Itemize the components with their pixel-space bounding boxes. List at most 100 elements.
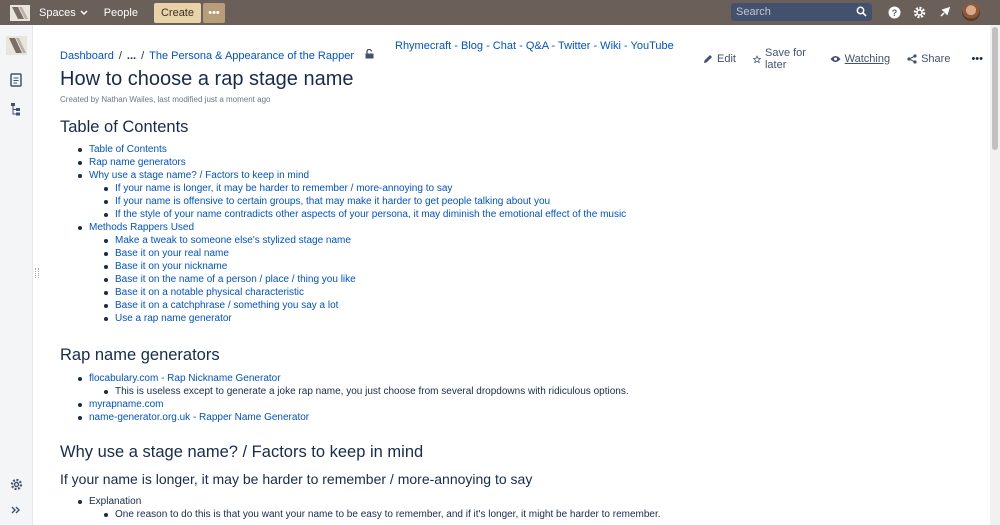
toc-item: Base it on a catchphrase / something you… <box>60 299 626 312</box>
search-placeholder: Search <box>736 6 771 18</box>
svg-text:?: ? <box>891 7 897 17</box>
pages-icon[interactable] <box>9 73 23 87</box>
watching-button[interactable]: Watching <box>830 47 890 71</box>
bullet <box>78 173 82 178</box>
eye-icon <box>830 56 841 62</box>
notifications-icon[interactable] <box>936 4 952 20</box>
breadcrumb-ellipsis[interactable]: ... <box>127 50 136 62</box>
breadcrumb-parent[interactable]: The Persona & Appearance of the Rapper <box>149 50 354 62</box>
breadcrumb: Dashboard / ... / The Persona & Appearan… <box>60 48 374 62</box>
bullet <box>104 303 108 308</box>
toc-link[interactable]: Make a tweak to someone else's stylized … <box>115 234 351 247</box>
help-icon[interactable]: ? <box>886 4 902 20</box>
bullet <box>104 316 108 321</box>
breadcrumb-separator: / <box>141 49 145 62</box>
more-actions-button[interactable]: ••• <box>971 47 983 71</box>
generator-link[interactable]: flocabulary.com - Rap Nickname Generator <box>89 372 281 385</box>
toc-link[interactable]: Rap name generators <box>89 156 186 169</box>
why-heading: Why use a stage name? / Factors to keep … <box>60 443 424 461</box>
bullet <box>104 199 108 204</box>
bullet <box>78 160 82 165</box>
toc-link[interactable]: Use a rap name generator <box>115 312 232 325</box>
bullet <box>78 225 82 230</box>
share-button[interactable]: Share <box>907 47 950 71</box>
explanation-list: Explanation One reason to do this is tha… <box>60 495 661 521</box>
save-for-later-button[interactable]: Save for later <box>752 47 813 71</box>
unlock-icon[interactable] <box>365 48 374 62</box>
create-button[interactable]: Create <box>153 2 201 23</box>
toc-item: Make a tweak to someone else's stylized … <box>60 234 626 247</box>
toc-link[interactable]: If your name is offensive to certain gro… <box>115 195 550 208</box>
page-byline: Created by Nathan Wailes, last modified … <box>60 95 271 104</box>
toc-link[interactable]: If the style of your name contradicts ot… <box>115 208 626 221</box>
breadcrumb-dashboard[interactable]: Dashboard <box>60 50 114 62</box>
expand-sidebar-icon[interactable] <box>9 503 23 517</box>
star-icon <box>752 54 761 63</box>
edit-label: Edit <box>717 53 736 65</box>
toc-link[interactable]: Base it on the name of a person / place … <box>115 273 356 286</box>
toc-item: Base it on the name of a person / place … <box>60 273 626 286</box>
share-label: Share <box>921 53 951 65</box>
toc-link[interactable]: Table of Contents <box>89 143 167 156</box>
toc-item: Table of Contents <box>60 143 626 156</box>
bullet <box>104 212 108 217</box>
bullet <box>104 186 108 191</box>
explanation-label: Explanation <box>89 496 142 507</box>
toc-item: If the style of your name contradicts ot… <box>60 208 626 221</box>
toc-link[interactable]: Base it on your real name <box>115 247 229 260</box>
list-item: This is useless except to generate a jok… <box>60 385 629 398</box>
generator-note: This is useless except to generate a jok… <box>115 386 629 397</box>
bullet <box>104 251 108 256</box>
space-settings-icon[interactable] <box>9 477 23 491</box>
people-link[interactable]: People <box>104 7 138 19</box>
edit-button[interactable]: Edit <box>703 47 736 71</box>
why-subheading: If your name is longer, it may be harder… <box>60 471 533 487</box>
search-input[interactable]: Search <box>731 3 872 21</box>
user-avatar[interactable] <box>962 3 980 21</box>
toc-item: Base it on a notable physical characteri… <box>60 286 626 299</box>
pencil-icon <box>704 55 712 63</box>
toc-item: Why use a stage name? / Factors to keep … <box>60 169 626 182</box>
list-item: flocabulary.com - Rap Nickname Generator <box>60 372 629 385</box>
toc-link[interactable]: Base it on your nickname <box>115 260 227 273</box>
search-icon <box>856 6 867 17</box>
toc-link[interactable]: Base it on a catchphrase / something you… <box>115 299 338 312</box>
breadcrumb-separator: / <box>118 49 122 62</box>
toc-item: Methods Rappers Used <box>60 221 626 234</box>
bullet <box>104 290 108 295</box>
generators-heading: Rap name generators <box>60 346 220 364</box>
confluence-logo[interactable] <box>9 3 31 23</box>
toc-link[interactable]: Methods Rappers Used <box>89 221 194 234</box>
page-title: How to choose a rap stage name <box>60 68 354 90</box>
toc-link[interactable]: Why use a stage name? / Factors to keep … <box>89 169 309 182</box>
toc-item: Use a rap name generator <box>60 312 626 325</box>
toc-item: If your name is longer, it may be harder… <box>60 182 626 195</box>
bullet <box>104 238 108 243</box>
page-actions: Edit Save for later Watching Share ••• <box>703 47 1000 71</box>
left-sidebar <box>0 25 33 525</box>
page-tree-icon[interactable] <box>9 102 23 116</box>
toc-item: Base it on your real name <box>60 247 626 260</box>
top-nav-bar: Spaces People Create ••• Search ? <box>0 0 1000 25</box>
site-links[interactable]: Rhymecraft - Blog - Chat - Q&A - Twitter… <box>395 40 674 52</box>
generators-list: flocabulary.com - Rap Nickname Generator… <box>60 372 629 424</box>
settings-gear-icon[interactable] <box>911 4 927 20</box>
toc-link[interactable]: If your name is longer, it may be harder… <box>115 182 452 195</box>
table-of-contents: Table of Contents Rap name generators Why … <box>60 143 626 325</box>
generator-link[interactable]: myrapname.com <box>89 398 163 411</box>
space-logo[interactable] <box>6 36 27 55</box>
bullet <box>104 264 108 269</box>
toc-link[interactable]: Base it on a notable physical characteri… <box>115 286 304 299</box>
create-more-button[interactable]: ••• <box>203 2 225 23</box>
spaces-menu[interactable]: Spaces <box>39 7 88 19</box>
toc-item: If your name is offensive to certain gro… <box>60 195 626 208</box>
list-item: One reason to do this is that you want y… <box>60 508 661 521</box>
bullet <box>78 147 82 152</box>
list-item: Explanation <box>60 495 661 508</box>
toc-item: Rap name generators <box>60 156 626 169</box>
generator-link[interactable]: name-generator.org.uk - Rapper Name Gene… <box>89 411 309 424</box>
scrollbar-thumb[interactable] <box>992 27 998 150</box>
bullet <box>104 277 108 282</box>
watching-label: Watching <box>844 53 891 65</box>
sidebar-resize-handle[interactable] <box>35 268 39 278</box>
